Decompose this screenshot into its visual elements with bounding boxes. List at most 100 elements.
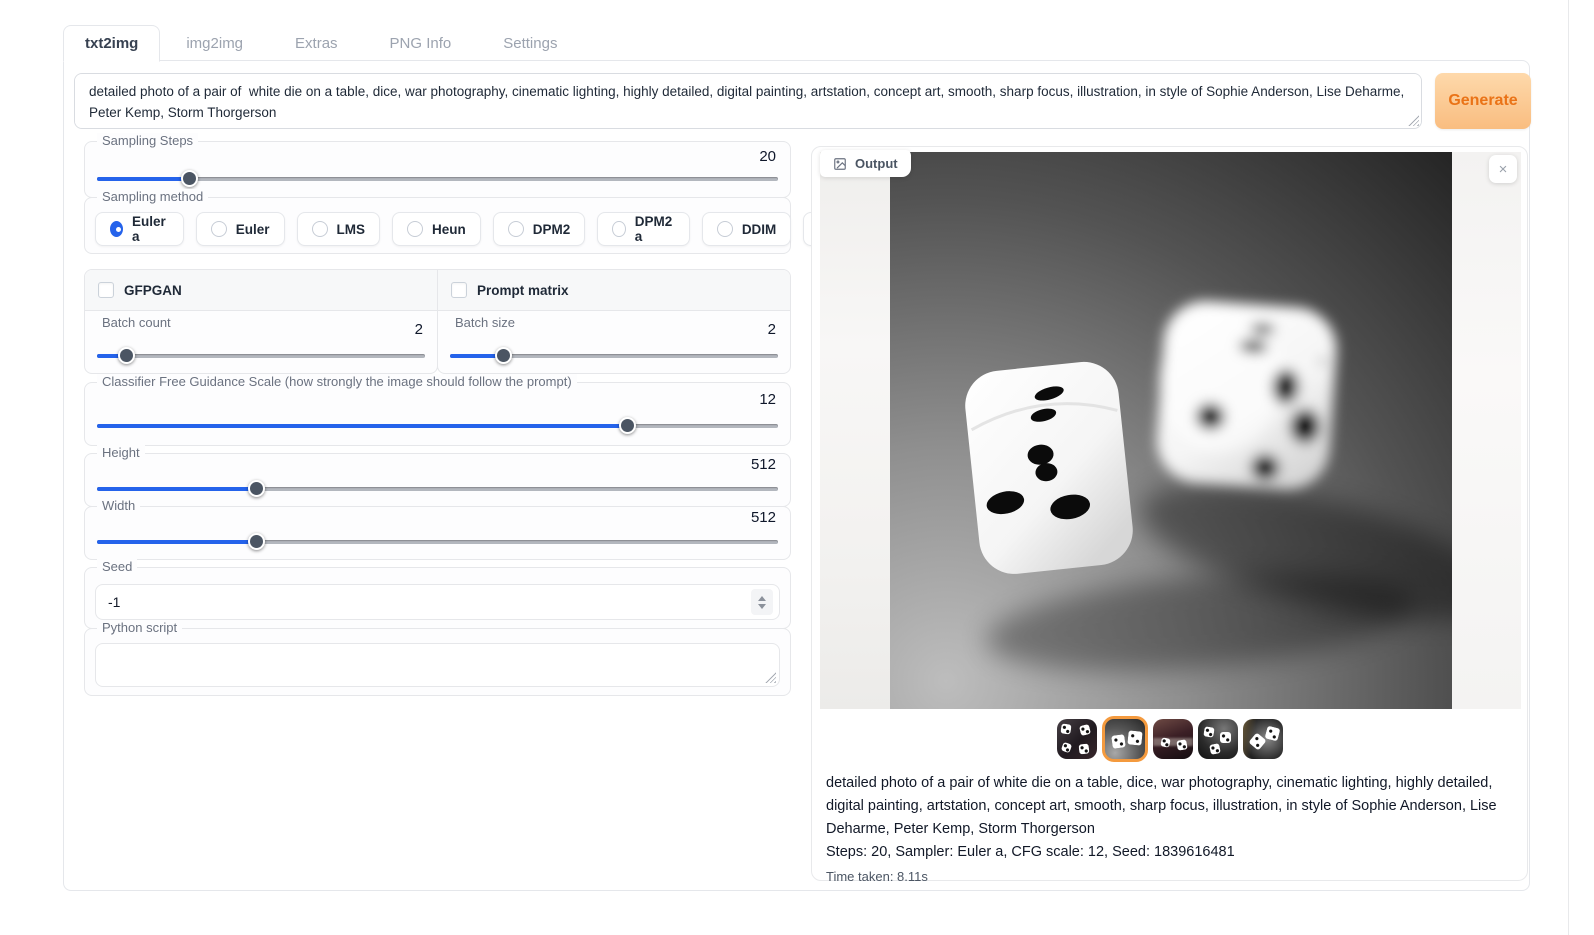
radio-lms[interactable]: LMS: [297, 212, 381, 246]
python-script-label: Python script: [97, 620, 182, 635]
dice-icon: [1060, 723, 1071, 734]
radio-label: Euler: [236, 222, 270, 237]
radio-icon[interactable]: [211, 221, 227, 237]
prompt-matrix-label: Prompt matrix: [477, 283, 569, 298]
radio-label: DPM2 a: [635, 214, 675, 244]
radio-icon[interactable]: [508, 221, 524, 237]
radio-euler-a[interactable]: Euler a: [95, 212, 184, 246]
tab-png-info[interactable]: PNG Info: [364, 26, 478, 61]
batch-count-slider[interactable]: [97, 347, 425, 365]
height-slider[interactable]: [97, 480, 778, 498]
seed-label: Seed: [97, 559, 137, 574]
generate-button[interactable]: Generate: [1435, 73, 1531, 129]
image-icon: [833, 157, 847, 171]
stepper-down-icon[interactable]: [758, 604, 766, 609]
prompt-matrix-checkbox[interactable]: [451, 282, 467, 298]
thumbnail-3[interactable]: [1153, 719, 1193, 759]
dice-icon: [1078, 744, 1089, 755]
dice-icon: [1078, 724, 1090, 736]
gfpgan-option[interactable]: GFPGAN: [85, 270, 437, 310]
sampling-method-group: Sampling method Euler a Euler LMS Heun: [84, 197, 791, 254]
time-taken: Time taken: 8.11s: [826, 867, 1516, 888]
slider-track[interactable]: [97, 354, 425, 358]
seed-stepper[interactable]: [751, 589, 773, 615]
prompt-input[interactable]: detailed photo of a pair of white die on…: [74, 73, 1422, 129]
thumbnail-5[interactable]: [1243, 719, 1283, 759]
gfpgan-checkbox[interactable]: [98, 282, 114, 298]
gallery-blur-right: [1452, 152, 1521, 709]
stepper-up-icon[interactable]: [758, 596, 766, 601]
radio-heun[interactable]: Heun: [392, 212, 481, 246]
thumbnail-2-selected[interactable]: [1102, 716, 1148, 762]
batch-count-value: 2: [415, 321, 423, 338]
dice-icon: [1209, 743, 1221, 755]
thumbnail-strip: [812, 713, 1527, 765]
dice-icon: [1264, 726, 1280, 742]
python-script-group: Python script: [84, 628, 791, 696]
cfg-scale-slider-thumb[interactable]: [619, 417, 636, 434]
seed-input[interactable]: -1: [95, 584, 780, 620]
slider-fill: [97, 540, 257, 544]
caption-params: Steps: 20, Sampler: Euler a, CFG scale: …: [826, 841, 1516, 864]
sampling-steps-slider[interactable]: [97, 170, 778, 188]
txt2img-panel: detailed photo of a pair of white die on…: [63, 60, 1530, 891]
output-chip: Output: [820, 150, 911, 177]
radio-icon[interactable]: [612, 221, 625, 237]
sampling-steps-slider-thumb[interactable]: [181, 170, 198, 187]
cfg-scale-value: 12: [759, 391, 776, 408]
batch-size-slider-thumb[interactable]: [495, 347, 512, 364]
generated-image[interactable]: [890, 152, 1452, 709]
slider-fill: [97, 487, 257, 491]
tab-settings[interactable]: Settings: [477, 26, 583, 61]
tab-img2img[interactable]: img2img: [160, 26, 269, 61]
seed-value: -1: [108, 594, 751, 610]
controls-column: Sampling Steps 20 Sampling method Euler …: [84, 141, 791, 696]
close-icon[interactable]: ×: [1489, 155, 1517, 183]
dice-icon: [1203, 726, 1215, 738]
batch-count-slider-thumb[interactable]: [118, 347, 135, 364]
page-right-divider: [1568, 0, 1569, 935]
result-caption: detailed photo of a pair of white die on…: [826, 772, 1516, 887]
height-label: Height: [97, 445, 145, 460]
radio-label: LMS: [337, 222, 366, 237]
resize-handle[interactable]: [765, 672, 776, 683]
height-value: 512: [751, 456, 776, 473]
batch-size-slider[interactable]: [450, 347, 778, 365]
radio-dpm2-a[interactable]: DPM2 a: [597, 212, 690, 246]
width-slider-thumb[interactable]: [248, 533, 265, 550]
dice-icon: [1127, 730, 1142, 745]
radio-euler[interactable]: Euler: [196, 212, 285, 246]
slider-track[interactable]: [97, 177, 778, 181]
dice-icon: [1160, 737, 1171, 748]
seed-group: Seed -1: [84, 567, 791, 629]
gallery-blur-left: [820, 152, 890, 709]
batch-count-label: Batch count: [97, 315, 176, 330]
radio-icon[interactable]: [312, 221, 328, 237]
radio-dpm2[interactable]: DPM2: [493, 212, 586, 246]
tab-txt2img[interactable]: txt2img: [63, 25, 160, 62]
tab-extras[interactable]: Extras: [269, 26, 364, 61]
height-slider-thumb[interactable]: [248, 480, 265, 497]
radio-icon[interactable]: [407, 221, 423, 237]
tab-bar: txt2img img2img Extras PNG Info Settings: [63, 25, 583, 61]
radio-ddim[interactable]: DDIM: [702, 212, 792, 246]
radio-selected-icon[interactable]: [110, 221, 123, 237]
width-slider[interactable]: [97, 533, 778, 551]
radio-label: DDIM: [742, 222, 777, 237]
cfg-scale-label: Classifier Free Guidance Scale (how stro…: [97, 374, 577, 389]
sampling-method-label: Sampling method: [97, 189, 208, 204]
prompt-matrix-option[interactable]: Prompt matrix: [437, 270, 790, 310]
checkbox-row: GFPGAN Prompt matrix: [84, 269, 791, 311]
radio-icon[interactable]: [717, 221, 733, 237]
batch-size-label: Batch size: [450, 315, 520, 330]
thumbnail-1[interactable]: [1057, 719, 1097, 759]
height-group: Height 512: [84, 453, 791, 507]
output-panel: Output ×: [811, 146, 1528, 881]
python-script-input[interactable]: [95, 643, 780, 687]
sampling-steps-label: Sampling Steps: [97, 133, 198, 148]
batch-size-group: Batch size 2: [437, 310, 791, 374]
thumbnail-4[interactable]: [1198, 719, 1238, 759]
slider-fill: [97, 177, 190, 181]
dice-icon: [1220, 732, 1231, 743]
cfg-scale-slider[interactable]: [97, 417, 778, 435]
